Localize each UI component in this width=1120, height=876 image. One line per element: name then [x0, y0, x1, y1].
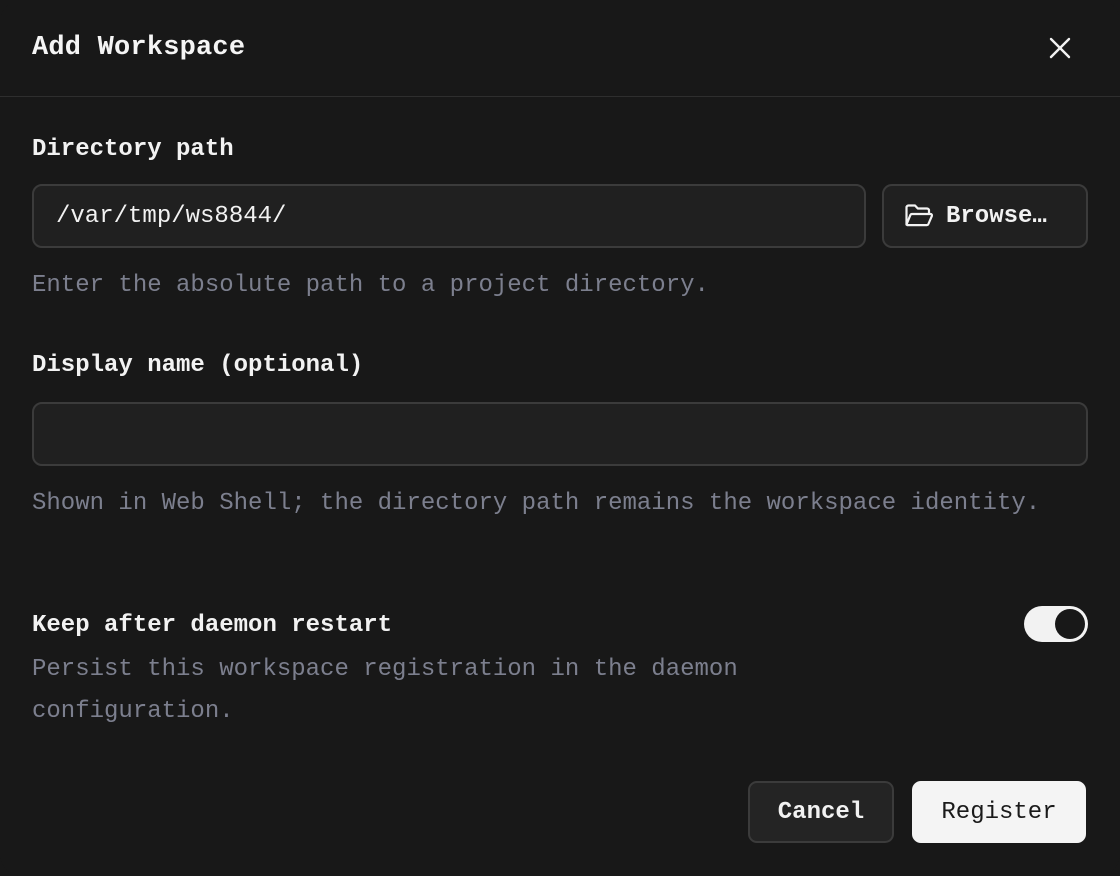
close-icon [1049, 37, 1071, 59]
register-button[interactable]: Register [912, 781, 1086, 843]
browse-button[interactable]: Browse… [882, 184, 1088, 248]
cancel-button[interactable]: Cancel [748, 781, 894, 843]
keep-after-restart-label: Keep after daemon restart [32, 612, 393, 639]
directory-path-input[interactable] [32, 184, 866, 248]
display-name-label: Display name (optional) [32, 352, 364, 379]
keep-after-restart-hint: Persist this workspace registration in t… [32, 656, 738, 725]
directory-path-hint: Enter the absolute path to a project dir… [32, 272, 709, 299]
add-workspace-dialog: Add Workspace Directory path Browse… Ent… [0, 0, 1120, 876]
folder-open-icon [905, 204, 934, 227]
browse-button-label: Browse… [946, 202, 1047, 230]
close-button[interactable] [1040, 28, 1080, 68]
dialog-header: Add Workspace [0, 0, 1120, 97]
keep-after-restart-toggle[interactable] [1024, 606, 1088, 642]
display-name-input[interactable] [32, 402, 1088, 466]
toggle-knob [1055, 609, 1085, 639]
directory-path-label: Directory path [32, 136, 234, 163]
display-name-hint: Shown in Web Shell; the directory path r… [32, 490, 1041, 517]
dialog-title: Add Workspace [32, 33, 246, 63]
